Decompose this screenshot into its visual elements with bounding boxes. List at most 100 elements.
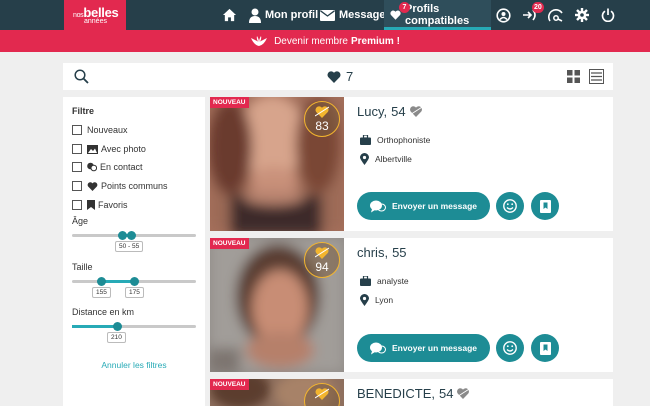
power-icon: [601, 8, 615, 22]
filter-new-checkbox[interactable]: Nouveaux: [72, 125, 128, 135]
briefcase-icon: [360, 276, 371, 286]
profile-city-text: Lyon: [375, 295, 394, 305]
logo-text-annees: années: [84, 18, 107, 25]
nav-my-profile-label: Mon profil: [265, 9, 319, 21]
send-message-label: Envoyer un message: [391, 343, 478, 353]
send-smile-button[interactable]: [496, 334, 524, 362]
age-value-tooltip: 50 - 55: [115, 241, 144, 252]
profile-search-icon: [496, 7, 511, 23]
list-view-toggle[interactable]: [589, 69, 604, 89]
home-icon: [222, 8, 237, 22]
profile-age: 54: [439, 386, 454, 401]
checkbox[interactable]: [72, 125, 82, 135]
filter-photo-checkbox[interactable]: Avec photo: [72, 144, 146, 154]
nav-search-profiles[interactable]: [496, 0, 511, 30]
grid-view-toggle[interactable]: [567, 70, 580, 88]
send-smile-button[interactable]: [496, 192, 524, 220]
logo[interactable]: nosbelles années: [64, 0, 126, 30]
checkbox[interactable]: [72, 144, 82, 154]
location-pin-icon: [360, 294, 369, 306]
profile-card[interactable]: NOUVEAU BENEDICTE, 54: [210, 379, 613, 406]
results-toolbar: 7: [63, 63, 613, 90]
heart-arrow-icon: [315, 247, 329, 259]
age-slider[interactable]: [72, 231, 196, 240]
nav-visits[interactable]: 20: [522, 0, 544, 30]
profile-photo[interactable]: NOUVEAU: [210, 379, 344, 406]
picture-icon: [87, 144, 98, 154]
envelope-icon: [320, 9, 335, 21]
premium-banner[interactable]: Devenir membre Premium !: [0, 30, 650, 52]
profile-name: chris,: [357, 245, 389, 260]
heart-arrow-icon: [315, 388, 329, 400]
search-icon: [74, 69, 89, 84]
location-pin-icon: [360, 153, 369, 165]
nav-radar[interactable]: [548, 0, 564, 30]
radar-icon: [548, 8, 563, 22]
filter-favorites-checkbox[interactable]: Favoris: [72, 200, 128, 210]
heart-arrow-icon: [456, 388, 471, 399]
profile-name-age[interactable]: chris, 55: [357, 245, 407, 260]
nav-messages[interactable]: Messages: [320, 0, 392, 30]
filter-common-points-checkbox[interactable]: Points communs: [72, 181, 168, 191]
add-favorite-button[interactable]: [531, 192, 559, 220]
distance-label: Distance en km: [72, 307, 135, 317]
filter-contact-checkbox[interactable]: En contact: [72, 162, 143, 172]
heart-arrow-icon: [408, 106, 423, 117]
send-message-button[interactable]: Envoyer un message: [357, 192, 490, 220]
profile-card[interactable]: NOUVEAU 83 Lucy, 54 Orthophoniste Albert…: [210, 97, 613, 231]
new-badge: NOUVEAU: [210, 379, 249, 390]
profile-name-age[interactable]: Lucy, 54: [357, 104, 423, 119]
nav-compatible-profiles[interactable]: Profils compatibles 7: [384, 0, 491, 30]
wings-icon: [251, 35, 268, 46]
profile-city-text: Albertville: [375, 154, 412, 164]
send-message-button[interactable]: Envoyer un message: [357, 334, 490, 362]
nav-home[interactable]: [222, 0, 237, 30]
nav-my-profile[interactable]: Mon profil: [249, 0, 318, 30]
profile-job: Orthophoniste: [360, 135, 430, 145]
profile-photo[interactable]: NOUVEAU 83: [210, 97, 344, 231]
filter-title: Filtre: [72, 106, 95, 116]
height-min-tooltip: 155: [92, 287, 111, 298]
new-badge: NOUVEAU: [210, 97, 249, 108]
briefcase-icon: [360, 135, 371, 145]
nav-settings[interactable]: [575, 0, 589, 30]
list-view-icon: [589, 69, 604, 84]
profile-card[interactable]: NOUVEAU 94 chris, 55 analyste Lyon Envoy…: [210, 238, 613, 372]
profile-job-text: analyste: [377, 276, 409, 286]
profile-age: 55: [392, 245, 407, 260]
nav-compatible-label: Profils compatibles: [405, 3, 470, 27]
height-slider[interactable]: [72, 277, 196, 286]
profile-photo[interactable]: NOUVEAU 94: [210, 238, 344, 372]
smile-icon: [503, 341, 517, 355]
filter-common-points-label: Points communs: [101, 181, 168, 191]
add-favorite-button[interactable]: [531, 334, 559, 362]
distance-slider[interactable]: [72, 322, 196, 331]
age-label: Âge: [72, 216, 89, 226]
distance-handle[interactable]: [113, 322, 122, 331]
height-max-handle[interactable]: [130, 277, 139, 286]
filter-contact-label: En contact: [100, 162, 143, 172]
top-navbar: nosbelles années Mon profil Messages Pro…: [0, 0, 650, 30]
score-value: 94: [315, 260, 329, 274]
user-icon: [249, 8, 261, 23]
bookmark-icon: [539, 199, 551, 213]
checkbox[interactable]: [72, 162, 82, 172]
search-button[interactable]: [74, 69, 89, 89]
height-label: Taille: [72, 262, 93, 272]
checkbox[interactable]: [72, 181, 82, 191]
age-min-handle[interactable]: [118, 231, 127, 240]
compatibility-score: 94: [304, 242, 340, 278]
new-badge: NOUVEAU: [210, 238, 249, 249]
likes-counter[interactable]: 7: [327, 69, 353, 84]
age-max-handle[interactable]: [127, 231, 136, 240]
reset-filters-link[interactable]: Annuler les filtres: [63, 360, 205, 370]
profile-name-age[interactable]: BENEDICTE, 54: [357, 386, 471, 401]
height-min-handle[interactable]: [97, 277, 106, 286]
profile-age: 54: [391, 104, 406, 119]
profile-job: analyste: [360, 276, 409, 286]
chat-bubbles-icon: [369, 200, 386, 212]
nav-logout[interactable]: [601, 0, 615, 30]
profile-location: Lyon: [360, 294, 393, 306]
checkbox[interactable]: [72, 200, 82, 210]
heart-icon: [327, 70, 341, 83]
